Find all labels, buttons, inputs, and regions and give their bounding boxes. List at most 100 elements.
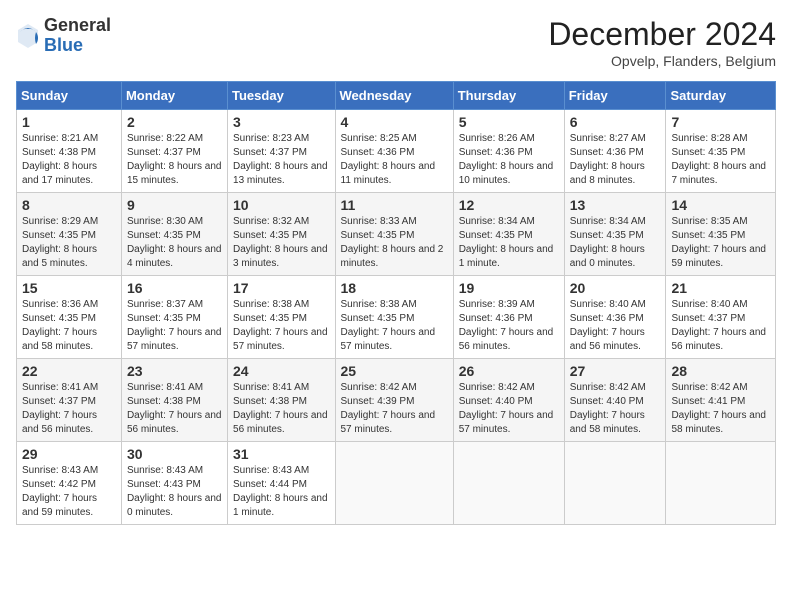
day-info: Sunrise: 8:23 AM Sunset: 4:37 PM Dayligh… [233,132,329,188]
logo-blue: Blue [44,36,111,56]
day-number: 15 [22,280,116,296]
day-info: Sunrise: 8:26 AM Sunset: 4:36 PM Dayligh… [459,132,559,188]
calendar-cell: 27Sunrise: 8:42 AM Sunset: 4:40 PM Dayli… [564,359,666,442]
calendar-cell: 19Sunrise: 8:39 AM Sunset: 4:36 PM Dayli… [453,276,564,359]
calendar-cell: 22Sunrise: 8:41 AM Sunset: 4:37 PM Dayli… [17,359,122,442]
day-info: Sunrise: 8:38 AM Sunset: 4:35 PM Dayligh… [233,298,329,354]
week-row-5: 29 Sunrise: 8:43 AM Sunset: 4:42 PM Dayli… [17,442,776,525]
day-number: 25 [341,363,448,379]
day-info: Sunrise: 8:21 AM Sunset: 4:38 PM Dayligh… [22,132,116,188]
calendar-cell [564,442,666,525]
day-info: Sunrise: 8:38 AM Sunset: 4:35 PM Dayligh… [341,298,448,354]
calendar-cell: 4Sunrise: 8:25 AM Sunset: 4:36 PM Daylig… [335,110,453,193]
day-info: Sunrise: 8:39 AM Sunset: 4:36 PM Dayligh… [459,298,559,354]
week-row-1: 1Sunrise: 8:21 AM Sunset: 4:38 PM Daylig… [17,110,776,193]
calendar-cell: 8 Sunrise: 8:29 AM Sunset: 4:35 PM Daylig… [17,193,122,276]
day-number: 4 [341,114,448,130]
calendar-cell: 28 Sunrise: 8:42 AM Sunset: 4:41 PM Dayli… [666,359,776,442]
day-info: Sunrise: 8:43 AM Sunset: 4:44 PM Dayligh… [233,464,329,520]
day-number: 11 [341,197,448,213]
day-info: Sunrise: 8:34 AM Sunset: 4:35 PM Dayligh… [459,215,559,271]
calendar-cell: 16 Sunrise: 8:37 AM Sunset: 4:35 PM Dayli… [121,276,227,359]
calendar-cell: 31 Sunrise: 8:43 AM Sunset: 4:44 PM Dayli… [228,442,335,525]
column-header-tuesday: Tuesday [228,82,335,110]
column-header-monday: Monday [121,82,227,110]
title-block: December 2024 Opvelp, Flanders, Belgium [548,16,776,69]
day-number: 6 [570,114,661,130]
calendar-cell: 7Sunrise: 8:28 AM Sunset: 4:35 PM Daylig… [666,110,776,193]
calendar-cell: 21 Sunrise: 8:40 AM Sunset: 4:37 PM Dayli… [666,276,776,359]
calendar-cell [453,442,564,525]
column-header-saturday: Saturday [666,82,776,110]
calendar-cell: 3 Sunrise: 8:23 AM Sunset: 4:37 PM Daylig… [228,110,335,193]
calendar-cell: 12 Sunrise: 8:34 AM Sunset: 4:35 PM Dayli… [453,193,564,276]
day-info: Sunrise: 8:29 AM Sunset: 4:35 PM Dayligh… [22,215,116,271]
calendar-cell: 23Sunrise: 8:41 AM Sunset: 4:38 PM Dayli… [121,359,227,442]
location: Opvelp, Flanders, Belgium [548,53,776,69]
day-number: 3 [233,114,329,130]
day-number: 21 [671,280,770,296]
calendar-cell: 11 Sunrise: 8:33 AM Sunset: 4:35 PM Dayli… [335,193,453,276]
day-number: 29 [22,446,116,462]
calendar-cell: 26Sunrise: 8:42 AM Sunset: 4:40 PM Dayli… [453,359,564,442]
week-row-2: 8 Sunrise: 8:29 AM Sunset: 4:35 PM Daylig… [17,193,776,276]
week-row-4: 22Sunrise: 8:41 AM Sunset: 4:37 PM Dayli… [17,359,776,442]
day-number: 28 [671,363,770,379]
day-info: Sunrise: 8:43 AM Sunset: 4:42 PM Dayligh… [22,464,116,520]
calendar-cell: 13 Sunrise: 8:34 AM Sunset: 4:35 PM Dayli… [564,193,666,276]
day-info: Sunrise: 8:36 AM Sunset: 4:35 PM Dayligh… [22,298,116,354]
page-header: General Blue December 2024 Opvelp, Fland… [16,16,776,69]
day-number: 16 [127,280,222,296]
day-number: 17 [233,280,329,296]
day-number: 9 [127,197,222,213]
day-info: Sunrise: 8:33 AM Sunset: 4:35 PM Dayligh… [341,215,448,271]
day-info: Sunrise: 8:42 AM Sunset: 4:41 PM Dayligh… [671,381,770,437]
day-info: Sunrise: 8:34 AM Sunset: 4:35 PM Dayligh… [570,215,661,271]
calendar-cell: 24Sunrise: 8:41 AM Sunset: 4:38 PM Dayli… [228,359,335,442]
day-number: 31 [233,446,329,462]
calendar-header-row: SundayMondayTuesdayWednesdayThursdayFrid… [17,82,776,110]
day-number: 18 [341,280,448,296]
day-info: Sunrise: 8:43 AM Sunset: 4:43 PM Dayligh… [127,464,222,520]
calendar-cell: 10Sunrise: 8:32 AM Sunset: 4:35 PM Dayli… [228,193,335,276]
day-info: Sunrise: 8:40 AM Sunset: 4:36 PM Dayligh… [570,298,661,354]
column-header-thursday: Thursday [453,82,564,110]
day-number: 8 [22,197,116,213]
day-number: 13 [570,197,661,213]
day-number: 5 [459,114,559,130]
calendar-cell: 30 Sunrise: 8:43 AM Sunset: 4:43 PM Dayli… [121,442,227,525]
day-info: Sunrise: 8:35 AM Sunset: 4:35 PM Dayligh… [671,215,770,271]
column-header-wednesday: Wednesday [335,82,453,110]
day-info: Sunrise: 8:32 AM Sunset: 4:35 PM Dayligh… [233,215,329,271]
week-row-3: 15 Sunrise: 8:36 AM Sunset: 4:35 PM Dayli… [17,276,776,359]
day-info: Sunrise: 8:40 AM Sunset: 4:37 PM Dayligh… [671,298,770,354]
calendar-cell: 6 Sunrise: 8:27 AM Sunset: 4:36 PM Daylig… [564,110,666,193]
day-info: Sunrise: 8:30 AM Sunset: 4:35 PM Dayligh… [127,215,222,271]
day-info: Sunrise: 8:42 AM Sunset: 4:40 PM Dayligh… [459,381,559,437]
day-info: Sunrise: 8:42 AM Sunset: 4:40 PM Dayligh… [570,381,661,437]
calendar-cell: 17 Sunrise: 8:38 AM Sunset: 4:35 PM Dayli… [228,276,335,359]
calendar-cell [335,442,453,525]
day-info: Sunrise: 8:37 AM Sunset: 4:35 PM Dayligh… [127,298,222,354]
day-number: 22 [22,363,116,379]
logo-text: General Blue [44,16,111,56]
calendar-cell: 18 Sunrise: 8:38 AM Sunset: 4:35 PM Dayli… [335,276,453,359]
day-number: 20 [570,280,661,296]
calendar-cell: 2Sunrise: 8:22 AM Sunset: 4:37 PM Daylig… [121,110,227,193]
day-number: 30 [127,446,222,462]
day-info: Sunrise: 8:42 AM Sunset: 4:39 PM Dayligh… [341,381,448,437]
calendar-cell: 14 Sunrise: 8:35 AM Sunset: 4:35 PM Dayli… [666,193,776,276]
day-info: Sunrise: 8:28 AM Sunset: 4:35 PM Dayligh… [671,132,770,188]
day-number: 14 [671,197,770,213]
day-number: 24 [233,363,329,379]
logo: General Blue [16,16,111,56]
month-title: December 2024 [548,16,776,53]
day-info: Sunrise: 8:41 AM Sunset: 4:38 PM Dayligh… [127,381,222,437]
calendar-cell: 15 Sunrise: 8:36 AM Sunset: 4:35 PM Dayli… [17,276,122,359]
column-header-friday: Friday [564,82,666,110]
calendar-cell: 20 Sunrise: 8:40 AM Sunset: 4:36 PM Dayli… [564,276,666,359]
calendar-cell: 9 Sunrise: 8:30 AM Sunset: 4:35 PM Daylig… [121,193,227,276]
day-info: Sunrise: 8:27 AM Sunset: 4:36 PM Dayligh… [570,132,661,188]
day-info: Sunrise: 8:22 AM Sunset: 4:37 PM Dayligh… [127,132,222,188]
day-number: 12 [459,197,559,213]
